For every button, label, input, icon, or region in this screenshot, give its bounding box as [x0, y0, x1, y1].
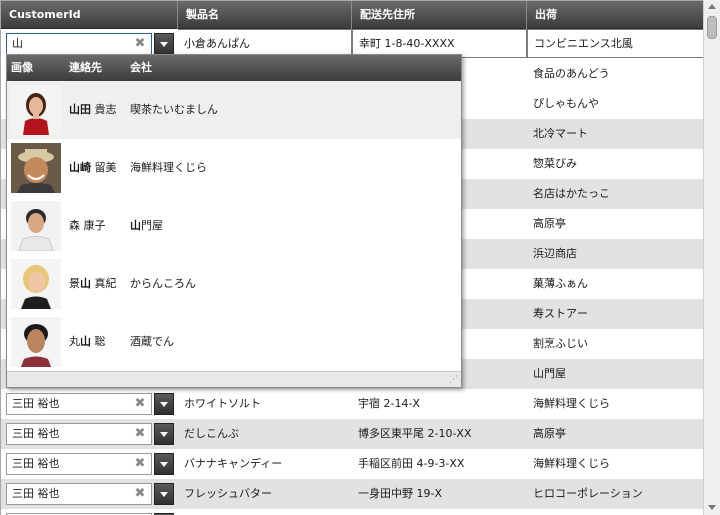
customer-input[interactable]: 三田 裕也 [6, 393, 152, 415]
ship-cell[interactable]: 高原亭 [527, 209, 703, 239]
table-row[interactable]: 三田 裕也 ✖ ホワイトソルト 宇宿 2-14-X 海鮮料理くじら [1, 389, 703, 419]
ship-cell[interactable]: 寿ストアー [527, 299, 703, 329]
grid-header: CustomerId 製品名 配送先住所 出荷 [1, 1, 703, 29]
chevron-down-icon [160, 492, 168, 497]
table-row[interactable]: 三田 裕也 ✖ バナナキャンディー 手稲区前田 4-9-3-XX 海鮮料理くじら [1, 449, 703, 479]
scroll-up-icon[interactable] [708, 4, 716, 9]
scroll-thumb[interactable] [707, 16, 717, 39]
dropdown-button[interactable] [154, 453, 174, 475]
dropdown-header-contact: 連絡先 [69, 61, 102, 74]
ship-cell[interactable]: 割烹ふじい [527, 329, 703, 359]
product-cell[interactable]: だしこんぶ [178, 419, 352, 449]
avatar [11, 201, 61, 251]
chevron-down-icon [160, 462, 168, 467]
column-header-product[interactable]: 製品名 [178, 1, 352, 29]
address-cell[interactable]: 一身田中野 19-X [352, 479, 527, 509]
ship-cell[interactable]: 食品のあんどう [527, 59, 703, 89]
chevron-down-icon [160, 42, 168, 47]
clear-icon[interactable]: ✖ [132, 426, 148, 442]
column-header-address[interactable]: 配送先住所 [352, 1, 527, 29]
column-header-customerid[interactable]: CustomerId [1, 1, 178, 29]
ship-cell[interactable]: コンビニエンス北風 [527, 29, 703, 58]
address-cell[interactable]: 博多区東平尾 2-10-XX [352, 419, 527, 449]
ship-cell[interactable]: 高原亭 [527, 419, 703, 449]
vertical-scrollbar[interactable] [703, 0, 720, 515]
ship-cell[interactable]: 海鮮料理くじら [527, 449, 703, 479]
customer-combobox[interactable]: 三田 裕也 ✖ [6, 393, 174, 415]
table-row-partial[interactable] [1, 509, 703, 515]
ship-cell[interactable]: 菓薄ふぁん [527, 269, 703, 299]
dropdown-item[interactable]: 山崎 留美 海鮮料理くじら [7, 139, 461, 197]
contact-name: 景山 真紀 [69, 277, 117, 290]
ship-cell[interactable]: 名店はかたっこ [527, 179, 703, 209]
dropdown-item[interactable]: 景山 真紀 からんころん [7, 255, 461, 313]
dropdown-header: 画像 連絡先 会社 [7, 55, 461, 81]
ship-cell[interactable]: 北冷マート [527, 119, 703, 149]
company-name: 海鮮料理くじら [130, 161, 207, 174]
product-cell[interactable]: バナナキャンディー [178, 449, 352, 479]
company-name: からんころん [130, 277, 196, 290]
address-cell[interactable]: 宇宿 2-14-X [352, 389, 527, 419]
resize-grip-icon[interactable]: ⋰ [449, 376, 458, 385]
chevron-down-icon [160, 432, 168, 437]
dropdown-header-company: 会社 [130, 61, 152, 74]
chevron-down-icon [160, 402, 168, 407]
table-row[interactable]: 三田 裕也 ✖ だしこんぶ 博多区東平尾 2-10-XX 高原亭 [1, 419, 703, 449]
dropdown-button[interactable] [154, 33, 174, 55]
contact-name: 丸山 聡 [69, 335, 106, 348]
ship-cell[interactable]: 浜辺商店 [527, 239, 703, 269]
table-row[interactable]: 三田 裕也 ✖ フレッシュバター 一身田中野 19-X ヒロコーポレーション [1, 479, 703, 509]
company-name: 酒蔵でん [130, 335, 174, 348]
company-name: 山門屋 [130, 219, 163, 232]
customer-combobox[interactable]: 三田 裕也 ✖ [6, 483, 174, 505]
product-cell[interactable]: フレッシュバター [178, 479, 352, 509]
ship-cell[interactable]: ヒロコーポレーション [527, 479, 703, 509]
ship-cell[interactable]: ぴしゃもんや [527, 89, 703, 119]
clear-icon[interactable]: ✖ [132, 36, 148, 52]
column-header-ship[interactable]: 出荷 [527, 1, 703, 29]
avatar [11, 143, 61, 193]
scroll-down-icon[interactable] [708, 505, 716, 510]
dropdown-button[interactable] [154, 393, 174, 415]
dropdown-item[interactable]: 丸山 聡 酒蔵でん [7, 313, 461, 371]
customer-combobox[interactable]: 三田 裕也 ✖ [6, 423, 174, 445]
dropdown-item[interactable]: 山田 貴志 喫茶たいむましん [7, 81, 461, 139]
ship-cell[interactable]: 海鮮料理くじら [527, 389, 703, 419]
ship-cell[interactable]: 惣菜びみ [527, 149, 703, 179]
address-cell[interactable]: 手稲区前田 4-9-3-XX [352, 449, 527, 479]
company-name: 喫茶たいむましん [130, 103, 218, 116]
customer-dropdown-popup[interactable]: 画像 連絡先 会社 山田 貴志 喫茶たいむましん 山崎 留美 海鮮料理くじら 森… [6, 54, 462, 388]
customer-input[interactable]: 三田 裕也 [6, 423, 152, 445]
avatar [11, 85, 61, 135]
clear-icon[interactable]: ✖ [132, 396, 148, 412]
customer-input[interactable]: 三田 裕也 [6, 483, 152, 505]
dropdown-footer: ⋰ [7, 371, 461, 387]
avatar [11, 259, 61, 309]
avatar [11, 317, 61, 367]
contact-name: 森 康子 [69, 219, 106, 232]
contact-name: 山崎 留美 [69, 161, 117, 174]
product-cell[interactable]: ホワイトソルト [178, 389, 352, 419]
clear-icon[interactable]: ✖ [132, 456, 148, 472]
customer-input[interactable]: 三田 裕也 [6, 453, 152, 475]
dropdown-button[interactable] [154, 423, 174, 445]
dropdown-header-image: 画像 [11, 61, 33, 74]
customer-search-input[interactable]: 山 [6, 33, 152, 55]
clear-icon[interactable]: ✖ [132, 486, 148, 502]
dropdown-button[interactable] [154, 483, 174, 505]
customer-combobox[interactable]: 山 ✖ [6, 33, 174, 55]
dropdown-item[interactable]: 森 康子 山門屋 [7, 197, 461, 255]
ship-cell[interactable]: 山門屋 [527, 359, 703, 389]
customer-combobox[interactable]: 三田 裕也 ✖ [6, 453, 174, 475]
contact-name: 山田 貴志 [69, 103, 117, 116]
